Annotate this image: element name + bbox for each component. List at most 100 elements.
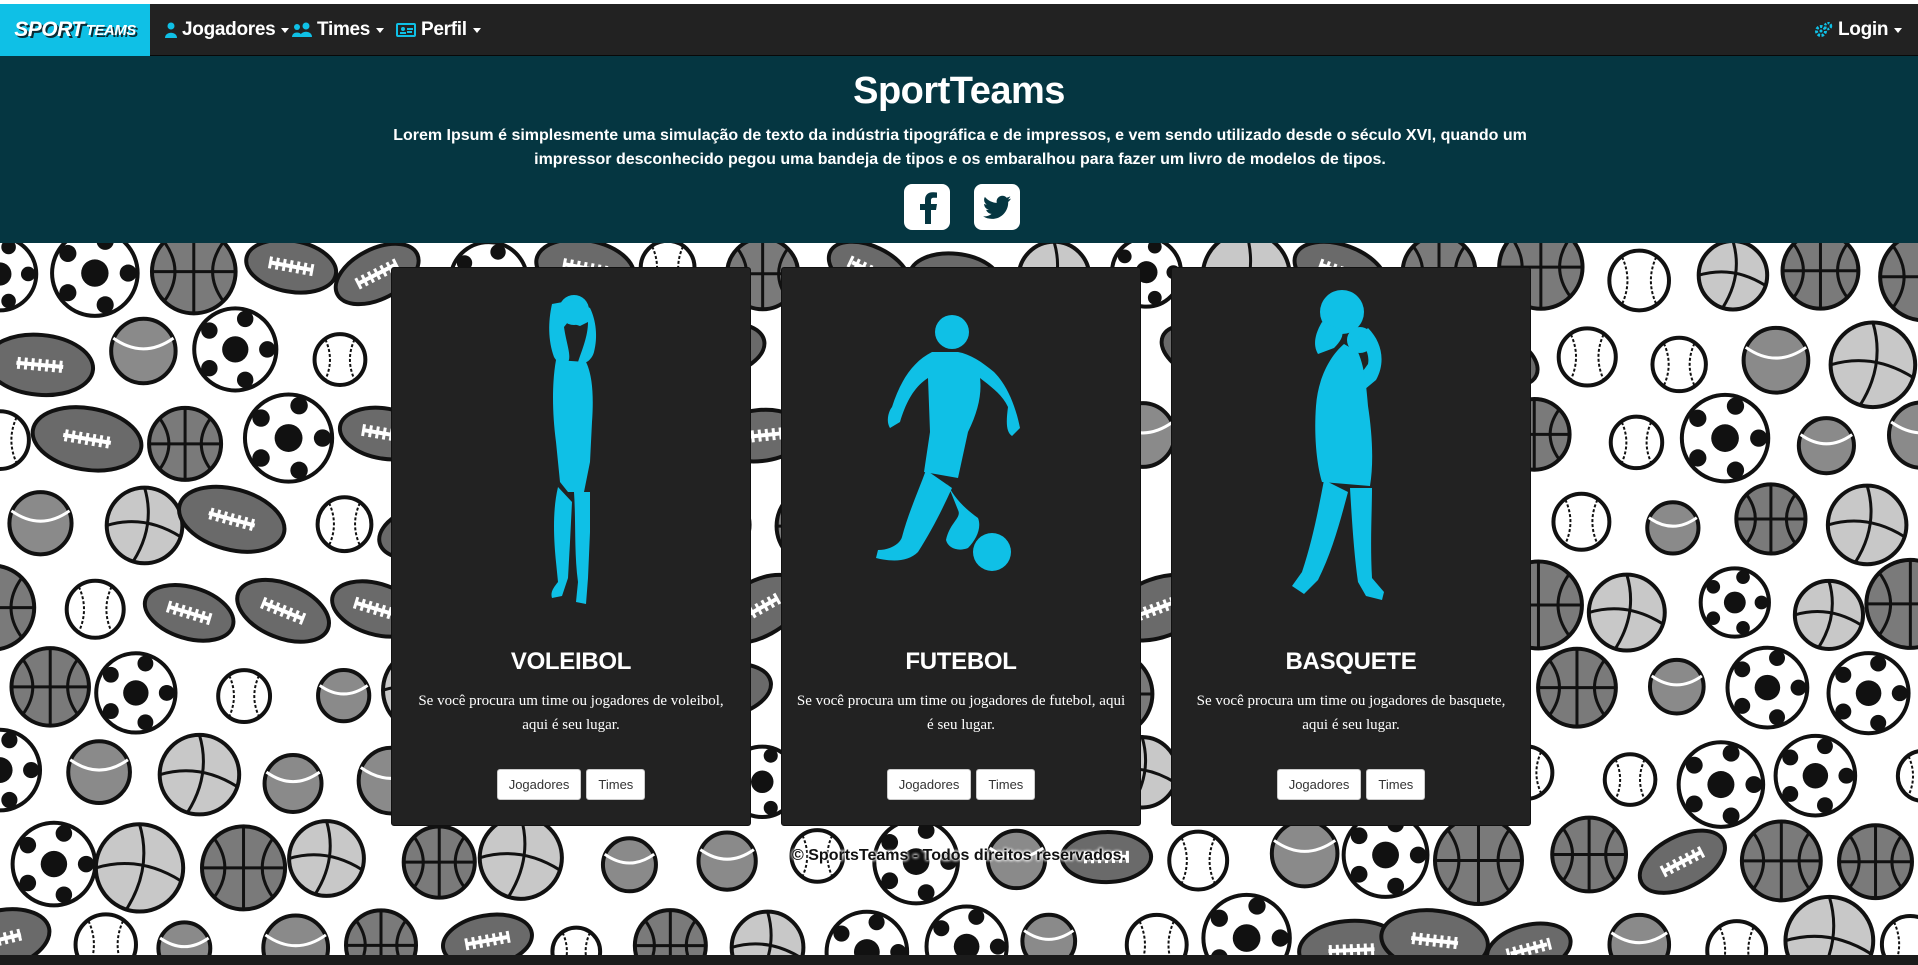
card-title: VOLEIBOL bbox=[510, 648, 632, 675]
ball-volley bbox=[1586, 572, 1667, 653]
nav-perfil-dropdown[interactable]: Perfil bbox=[396, 4, 481, 56]
card-title: BASQUETE bbox=[1285, 648, 1417, 675]
card-basquete: BASQUETE Se você procura um time ou joga… bbox=[1171, 267, 1531, 826]
ball-tennis bbox=[1647, 657, 1706, 716]
nav-times-dropdown[interactable]: Times bbox=[292, 4, 385, 56]
volleyball-player-silhouette bbox=[549, 295, 597, 604]
ball-volley bbox=[1696, 243, 1770, 312]
ball-volley bbox=[93, 822, 186, 914]
footer-copyright: © SportsTeams - Todos direitos reservado… bbox=[792, 847, 1126, 864]
ball-basket bbox=[199, 824, 288, 912]
nav-login-dropdown[interactable]: Login bbox=[1815, 4, 1903, 56]
times-button[interactable]: Times bbox=[976, 769, 1036, 800]
twitter-icon[interactable] bbox=[974, 184, 1020, 230]
ball-football bbox=[441, 912, 534, 955]
card-actions: Jogadores Times bbox=[392, 769, 750, 800]
ball-tennis bbox=[1887, 400, 1918, 470]
card-text: Se você procura um time ou jogadores de … bbox=[796, 693, 1126, 733]
ball-soccer bbox=[1676, 740, 1766, 829]
ball-soccer bbox=[0, 243, 39, 313]
ball-baseball bbox=[1551, 491, 1612, 552]
ball-baseball bbox=[1895, 749, 1918, 803]
ball-baseball bbox=[315, 495, 374, 554]
ball-baseball bbox=[1879, 913, 1918, 955]
card-futebol: FUTEBOL Se você procura um time ou jogad… bbox=[781, 267, 1141, 826]
ball-basket bbox=[1734, 482, 1808, 556]
ball-soccer bbox=[94, 651, 178, 735]
ball-volley bbox=[729, 909, 806, 955]
ball-football bbox=[0, 907, 52, 955]
chevron-down-icon bbox=[1894, 27, 1903, 33]
brand-logo[interactable]: SPORT TEAMS bbox=[0, 4, 150, 56]
ball-soccer bbox=[242, 392, 335, 484]
ball-baseball bbox=[1608, 414, 1665, 471]
ball-basket bbox=[1864, 557, 1918, 650]
card-text: Se você procura um time ou jogadores de … bbox=[418, 693, 724, 733]
card-actions: Jogadores Times bbox=[782, 769, 1140, 800]
ball-soccer bbox=[50, 243, 140, 318]
ball-football bbox=[177, 484, 287, 554]
card-actions: Jogadores Times bbox=[1172, 769, 1530, 800]
ball-soccer bbox=[1826, 651, 1911, 736]
brand-part2: TEAMS bbox=[85, 21, 137, 39]
ball-basket bbox=[9, 646, 91, 728]
brand-part1: SPORT bbox=[14, 18, 84, 41]
nav-jogadores-dropdown[interactable]: Jogadores bbox=[165, 4, 290, 56]
jumbotron: SportTeams Lorem Ipsum é simplesmente um… bbox=[0, 56, 1918, 243]
jogadores-button[interactable]: Jogadores bbox=[1276, 769, 1362, 800]
ball-basket bbox=[149, 243, 238, 316]
ball-tennis bbox=[7, 490, 74, 557]
ball-baseball bbox=[1556, 326, 1618, 388]
basketball-player-silhouette bbox=[1292, 290, 1384, 600]
facebook-icon[interactable] bbox=[904, 184, 950, 230]
ball-tennis bbox=[262, 753, 324, 814]
id-card-icon bbox=[396, 23, 416, 37]
ball-volley bbox=[157, 732, 242, 817]
ball-basket bbox=[0, 564, 37, 652]
ball-tennis bbox=[1796, 416, 1856, 476]
social-links bbox=[904, 184, 1020, 230]
ball-baseball bbox=[216, 668, 273, 725]
ball-soccer bbox=[824, 909, 910, 955]
ball-soccer bbox=[192, 306, 279, 393]
ball-basket bbox=[1878, 243, 1918, 322]
ball-baseball bbox=[1124, 912, 1189, 955]
ball-tennis bbox=[1645, 500, 1701, 556]
card-voleibol: VOLEIBOL Se você procura um time ou joga… bbox=[391, 267, 751, 826]
page-lead: Lorem Ipsum é simplesmente uma simulação… bbox=[393, 127, 1527, 168]
ball-tennis bbox=[109, 316, 178, 386]
ball-baseball bbox=[1650, 335, 1708, 394]
ball-tennis bbox=[261, 913, 331, 955]
jogadores-button[interactable]: Jogadores bbox=[496, 769, 582, 800]
ball-volley bbox=[1792, 578, 1866, 651]
ball-soccer bbox=[1679, 392, 1771, 484]
nav-times-label: Times bbox=[317, 19, 371, 40]
chevron-down-icon bbox=[281, 27, 290, 33]
navbar: SPORT TEAMS Jogadores Times Perfil Login bbox=[0, 4, 1918, 56]
ball-volley bbox=[104, 485, 185, 566]
ball-baseball bbox=[0, 409, 31, 471]
os-taskbar bbox=[0, 955, 1918, 965]
ball-football bbox=[235, 577, 331, 644]
card-text: Se você procura um time ou jogadores de … bbox=[1196, 693, 1506, 733]
ball-basket bbox=[147, 405, 224, 482]
times-button[interactable]: Times bbox=[1366, 769, 1426, 800]
ball-volley bbox=[1783, 894, 1876, 955]
ball-football bbox=[1379, 908, 1490, 955]
chevron-down-icon bbox=[472, 27, 481, 33]
ball-football bbox=[1484, 921, 1573, 955]
jogadores-button[interactable]: Jogadores bbox=[886, 769, 972, 800]
ball-football bbox=[0, 332, 96, 398]
ball-soccer bbox=[924, 904, 1009, 955]
ball-tennis bbox=[1607, 912, 1672, 955]
ball-basket bbox=[1536, 646, 1618, 729]
ball-tennis bbox=[1741, 325, 1811, 395]
ball-basket bbox=[632, 908, 708, 955]
ball-football bbox=[30, 405, 144, 473]
ball-baseball bbox=[312, 332, 368, 387]
user-icon bbox=[165, 22, 177, 38]
ball-baseball bbox=[1705, 919, 1769, 955]
nav-login-label: Login bbox=[1838, 19, 1889, 40]
ball-volley bbox=[1825, 483, 1909, 567]
times-button[interactable]: Times bbox=[586, 769, 646, 800]
